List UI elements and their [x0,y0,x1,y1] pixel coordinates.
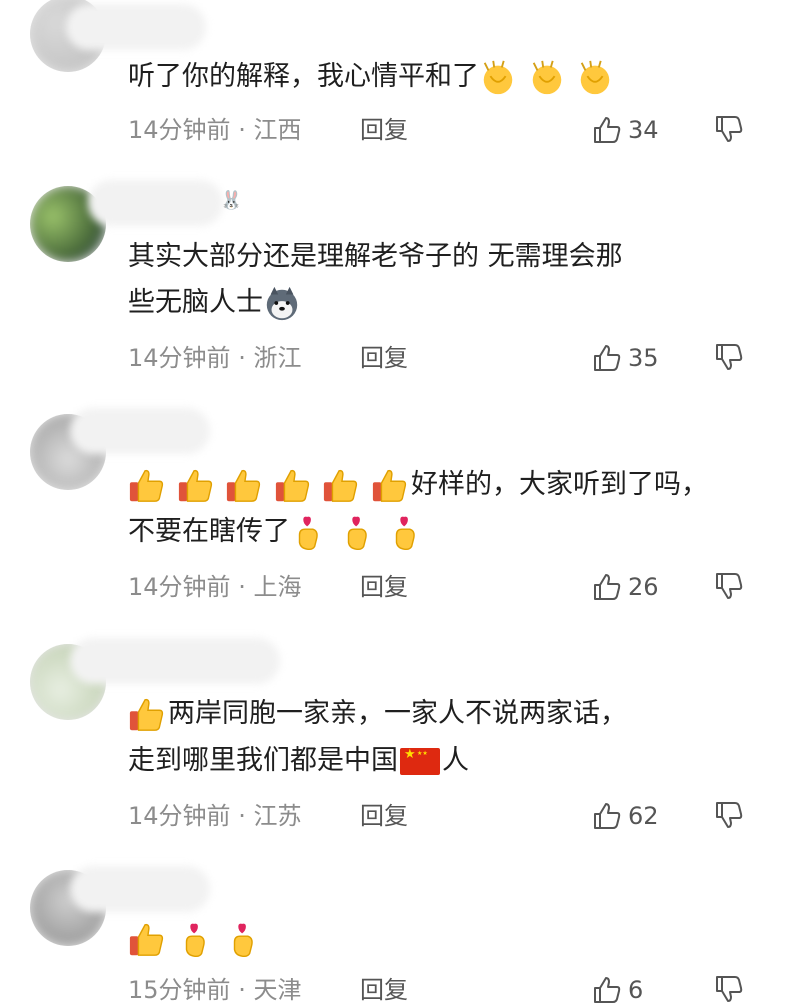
comment-meta: 15分钟前 · 天津 [128,975,301,1005]
thumbs-up-emoji [129,923,164,956]
comment-item: 15分钟前 · 天津 回复 6 [0,0,800,1004]
meta-separator: · [238,976,246,1004]
finger-heart-emoji [233,923,253,958]
like-count: 6 [628,976,644,1004]
thumbs-up-icon [594,977,621,1003]
thumbs-down-icon [716,976,743,1002]
username-blurred[interactable] [70,866,210,912]
dislike-button[interactable] [714,974,746,1006]
comment-time: 15分钟前 [128,976,231,1004]
finger-heart-emoji [185,923,205,958]
emoji-group [128,917,265,963]
comment-location: 天津 [253,976,302,1004]
like-button[interactable]: 6 [592,974,643,1006]
comment-list: 听了你的解释，我心情平和了 14分钟前 · 江西 回复 34 🐰 其实大部分还是… [0,0,800,1004]
comment-text [128,916,768,963]
reply-button[interactable]: 回复 [360,975,408,1005]
